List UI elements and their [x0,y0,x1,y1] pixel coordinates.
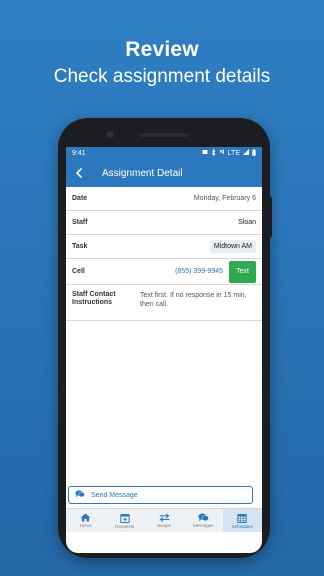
cell-label: Cell [72,268,85,275]
calendar-grid-icon [237,513,248,523]
status-bar: 9:41 LTE [66,147,262,159]
speaker-grille [140,133,188,137]
calendar-plus-icon [120,513,130,523]
phone-side-button [268,196,272,238]
battery-icon [252,148,256,158]
send-message-label: Send Message [91,491,138,499]
network-label: LTE [227,149,240,157]
text-button[interactable]: Text [229,260,256,283]
notification-icon [202,149,208,157]
tab-messages-label: Messages [192,523,214,528]
tab-home-label: Home [79,523,92,528]
staff-row: Staff Sloan [66,211,262,235]
cell-row: Cell (855) 399-9945 Text [66,259,262,285]
mute-icon [219,149,225,157]
back-arrow-icon[interactable] [72,166,86,180]
home-icon [80,513,91,522]
chat-bubbles-icon [198,513,209,522]
cell-phone-link[interactable]: (855) 399-9945 [175,268,223,275]
task-label: Task [72,243,88,250]
bluetooth-icon [211,148,216,158]
cell-actions: (855) 399-9945 Text [175,260,256,283]
tab-requests-label: Requests [115,523,135,529]
camera-icon [107,131,114,138]
status-time: 9:41 [72,149,86,157]
phone-screen: 9:41 LTE Assignment Detail Date Monday, … [66,147,262,553]
phone-frame: 9:41 LTE Assignment Detail Date Monday, … [58,118,270,558]
tab-requests[interactable]: Requests [105,509,144,532]
page-title: Assignment Detail [102,167,183,179]
tab-swaps-label: Swaps [157,523,171,528]
task-row: Task Midtown AM [66,235,262,259]
chat-icon [75,490,85,500]
date-row: Date Monday, February 6 [66,187,262,211]
swap-arrows-icon [159,513,170,522]
staff-label: Staff [72,219,88,226]
tab-schedules[interactable]: Schedules [222,509,262,532]
tab-schedules-label: Schedules [231,523,253,529]
date-value: Monday, February 6 [193,195,256,202]
instructions-label: Staff Contact Instructions [72,291,116,306]
tab-home[interactable]: Home [66,509,105,532]
promo-title: Review [125,38,199,61]
instructions-row: Staff Contact Instructions Text first. I… [66,285,262,321]
tab-messages[interactable]: Messages [184,509,223,532]
instructions-value: Text first. If no response in 15 min, th… [140,292,247,308]
tab-swaps[interactable]: Swaps [144,509,183,532]
bottom-tab-bar: Home Requests Swaps Messages Schedules [66,508,262,532]
status-icons: LTE [202,148,256,158]
staff-value: Sloan [238,219,256,226]
send-message-button[interactable]: Send Message [68,486,253,504]
date-label: Date [72,195,88,202]
signal-icon [243,149,249,157]
task-chip: Midtown AM [209,240,256,253]
app-header: Assignment Detail [66,159,262,187]
promo-subtitle: Check assignment details [53,66,271,87]
